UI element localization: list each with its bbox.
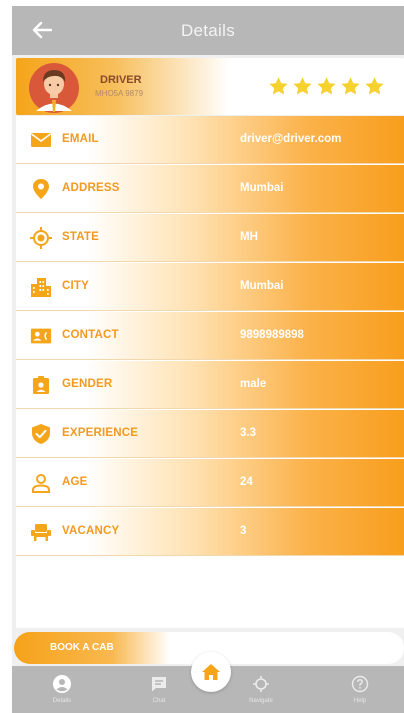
email-icon: [31, 133, 51, 147]
driver-details-list: EMAIL driver@driver.com ADDRESS Mumbai S…: [16, 116, 404, 628]
detail-value: driver@driver.com: [240, 133, 342, 145]
id-badge-icon: [33, 376, 49, 394]
detail-row-email: EMAIL driver@driver.com: [16, 116, 404, 164]
detail-label: VACANCY: [62, 525, 120, 537]
back-button[interactable]: [30, 18, 54, 42]
detail-row-vacancy: VACANCY 3: [16, 508, 404, 556]
nav-label: Help: [353, 698, 367, 704]
nav-label: Chat: [152, 698, 166, 704]
nav-tab-navigate[interactable]: Navigate: [231, 666, 291, 713]
home-button[interactable]: [191, 652, 231, 692]
person-icon: [32, 474, 50, 493]
detail-row-experience: EXPERIENCE 3.3: [16, 410, 404, 458]
city-buildings-icon: [31, 278, 51, 297]
detail-row-address: ADDRESS Mumbai: [16, 165, 404, 213]
detail-label: AGE: [62, 476, 88, 488]
app-screen: Details DRIVER MHO5A 9879 EMAIL driver@d…: [12, 6, 404, 713]
star-icon: [317, 77, 336, 95]
detail-value: 3: [240, 525, 247, 537]
avatar: [24, 62, 84, 114]
chat-icon: [152, 677, 166, 692]
seat-icon: [31, 524, 51, 541]
detail-value: 9898989898: [240, 329, 304, 341]
home-icon: [202, 664, 220, 680]
help-icon: [351, 675, 369, 693]
driver-rating: [268, 76, 385, 97]
user-circle-icon: [53, 675, 71, 693]
app-header: Details: [12, 6, 404, 55]
detail-label: CONTACT: [62, 329, 119, 341]
star-icon: [365, 77, 384, 95]
nav-tab-chat[interactable]: Chat: [129, 666, 189, 713]
detail-label: GENDER: [62, 378, 113, 390]
detail-value: Mumbai: [240, 182, 284, 194]
star-icon: [341, 77, 360, 95]
navigate-icon: [253, 676, 269, 692]
detail-value: MH: [240, 231, 258, 243]
nav-tab-help[interactable]: Help: [330, 666, 390, 713]
detail-row-age: AGE 24: [16, 459, 404, 507]
shield-check-icon: [32, 424, 50, 444]
detail-row-contact: CONTACT 9898989898: [16, 312, 404, 360]
detail-row-city: CITY Mumbai: [16, 263, 404, 311]
arrow-left-icon: [32, 21, 52, 39]
detail-label: STATE: [62, 231, 99, 243]
detail-value: 24: [240, 476, 253, 488]
driver-name: DRIVER: [100, 74, 142, 86]
detail-label: EMAIL: [62, 133, 99, 145]
page-title: Details: [180, 20, 236, 40]
nav-label: Navigate: [249, 698, 273, 704]
detail-row-gender: GENDER male: [16, 361, 404, 409]
target-icon: [30, 227, 52, 249]
vehicle-plate: MHO5A 9879: [95, 89, 144, 98]
driver-profile-card: DRIVER MHO5A 9879: [16, 58, 404, 115]
star-icon: [269, 77, 288, 95]
book-a-cab-label: BOOK A CAB: [50, 642, 114, 653]
detail-row-state: STATE MH: [16, 214, 404, 262]
detail-value: Mumbai: [240, 280, 284, 292]
nav-label: Details: [52, 698, 72, 704]
star-icon: [293, 77, 312, 95]
detail-label: CITY: [62, 280, 89, 292]
detail-label: ADDRESS: [62, 182, 120, 194]
nav-tab-details[interactable]: Details: [32, 666, 92, 713]
contact-card-icon: [30, 328, 52, 344]
detail-label: EXPERIENCE: [62, 427, 139, 439]
detail-value: male: [240, 378, 267, 390]
detail-value: 3.3: [240, 427, 256, 439]
location-pin-icon: [33, 179, 49, 199]
